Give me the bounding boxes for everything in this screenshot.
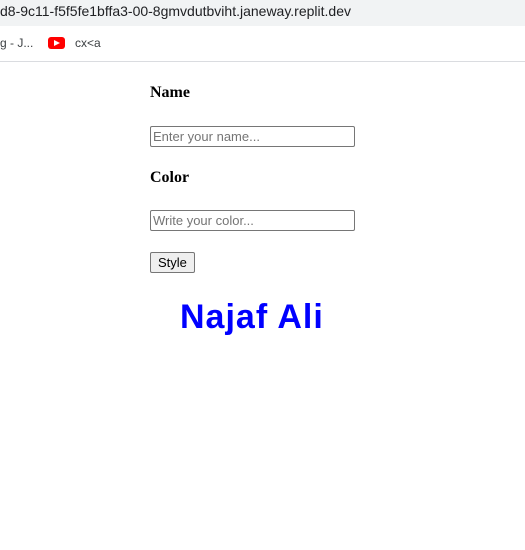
- style-button[interactable]: Style: [150, 252, 195, 273]
- bookmark-label: cx<a: [75, 36, 101, 50]
- url-text[interactable]: d8-9c11-f5f5fe1bffa3-00-8gmvdutbviht.jan…: [0, 3, 351, 19]
- bookmark-item-youtube[interactable]: cx<a: [48, 36, 101, 50]
- youtube-icon: [48, 37, 65, 49]
- color-input[interactable]: [150, 210, 355, 231]
- name-input[interactable]: [150, 126, 355, 147]
- name-label: Name: [150, 84, 190, 101]
- address-bar[interactable]: d8-9c11-f5f5fe1bffa3-00-8gmvdutbviht.jan…: [0, 0, 525, 26]
- bookmark-item[interactable]: g - J...: [0, 36, 33, 50]
- bookmark-label: g - J...: [0, 36, 34, 50]
- color-label: Color: [150, 169, 190, 186]
- bookmarks-bar: g - J... cx<a: [0, 26, 525, 62]
- styled-output-text: Najaf Ali: [180, 298, 324, 336]
